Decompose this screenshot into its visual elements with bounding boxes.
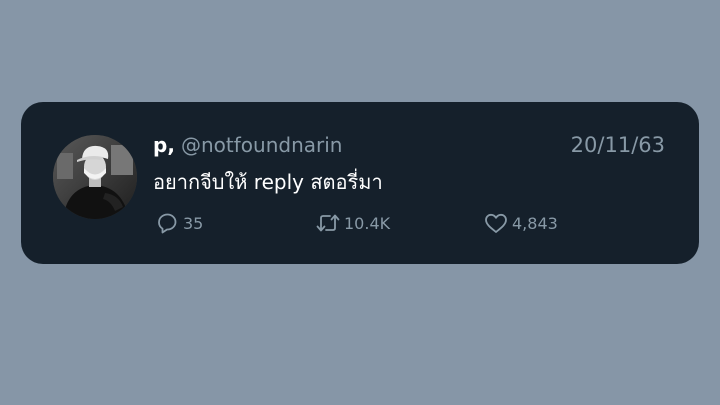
retweet-icon bbox=[315, 210, 341, 236]
display-name[interactable]: p, bbox=[153, 132, 175, 158]
reply-icon bbox=[154, 210, 180, 236]
avatar[interactable] bbox=[53, 135, 137, 219]
tweet-date: 20/11/63 bbox=[570, 133, 665, 157]
like-button[interactable]: 4,843 bbox=[483, 210, 558, 236]
user-handle[interactable]: @notfoundnarin bbox=[181, 132, 342, 158]
retweet-count: 10.4K bbox=[344, 213, 391, 233]
retweet-button[interactable]: 10.4K bbox=[315, 210, 390, 236]
tweet-text: อยากจีบให้ reply สตอรี่มา bbox=[153, 170, 383, 194]
tweet-card[interactable]: p, @notfoundnarin 20/11/63 อยากจีบให้ re… bbox=[21, 102, 699, 264]
reply-count: 35 bbox=[183, 213, 204, 233]
avatar-photo bbox=[53, 135, 137, 219]
like-count: 4,843 bbox=[512, 213, 558, 233]
like-icon bbox=[483, 210, 509, 236]
reply-button[interactable]: 35 bbox=[154, 210, 203, 236]
